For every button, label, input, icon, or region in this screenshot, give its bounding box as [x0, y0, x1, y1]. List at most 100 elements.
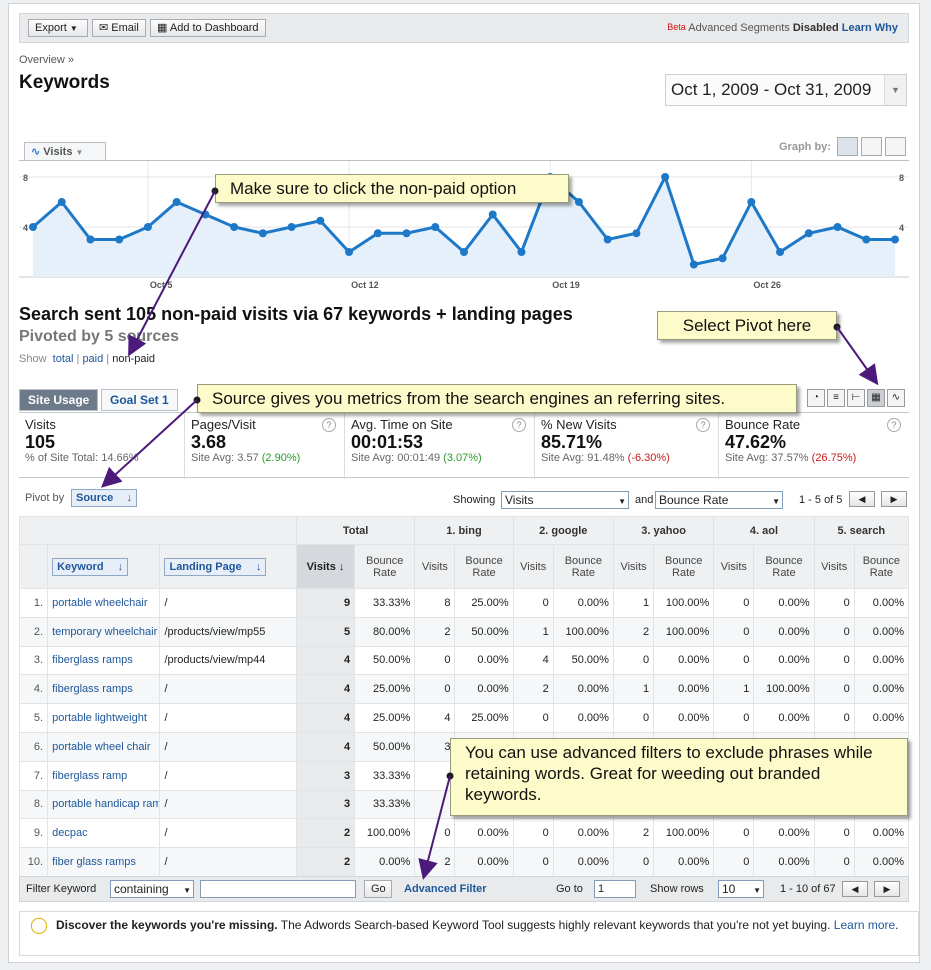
keyword-cell[interactable]: portable handicap ramp	[47, 789, 161, 820]
show-paid-link[interactable]: paid	[82, 353, 103, 365]
visits-cell: 0	[713, 847, 755, 877]
table-row[interactable]: 2. temporary wheelchair/products/view/mp5…	[18, 616, 910, 647]
visits-cell: 2	[414, 616, 456, 647]
visits-cell: 3	[295, 789, 356, 820]
keyword-cell[interactable]: fiberglass ramps	[47, 674, 161, 705]
help-icon[interactable]: ?	[322, 418, 336, 432]
keyword-cell[interactable]: decpac	[47, 818, 161, 849]
next-page-button[interactable]: ▶	[881, 491, 907, 507]
add-to-dashboard-button[interactable]: ▦ Add to Dashboard	[150, 19, 266, 37]
landing-page-cell[interactable]: /	[159, 588, 297, 618]
help-icon[interactable]: ?	[887, 418, 901, 432]
beta-badge: Beta	[667, 22, 686, 32]
total-bounce-header[interactable]: Bounce Rate	[354, 544, 416, 589]
yahoo-bounce-header[interactable]: Bounce Rate	[653, 544, 715, 589]
row-number: 5.	[18, 703, 49, 733]
advanced-segments-label[interactable]: Advanced Segments	[688, 22, 790, 34]
show-rows-select[interactable]: 10 ▼	[718, 880, 764, 898]
pivot-by-selector[interactable]: Source ↓	[71, 489, 137, 507]
showing-metric-select[interactable]: Visits ▼	[501, 491, 629, 509]
graph-by-month-button[interactable]	[885, 137, 906, 156]
email-button[interactable]: ✉ Email	[92, 19, 146, 37]
filter-go-button[interactable]: Go	[364, 880, 392, 898]
help-icon[interactable]: ?	[696, 418, 710, 432]
tab-goal-set[interactable]: Goal Set 1	[101, 389, 178, 411]
table-row[interactable]: 10. fiber glass ramps/2 0.00% 2 0.00% 0 0.00% 0…	[18, 847, 910, 877]
graph-by-day-button[interactable]	[837, 137, 858, 156]
keyword-cell[interactable]: portable lightweight	[47, 703, 161, 733]
x-tick-label: Oct 26	[753, 280, 781, 289]
tip-text: The Adwords Search-based Keyword Tool su…	[280, 918, 831, 932]
landing-page-cell[interactable]: /	[159, 789, 297, 820]
landing-page-cell[interactable]: /	[159, 760, 297, 791]
google-bounce-header[interactable]: Bounce Rate	[552, 544, 614, 589]
table-row[interactable]: 1. portable wheelchair/9 33.33% 8 25.00% 0 0.0…	[18, 588, 910, 618]
breadcrumb[interactable]: Overview »	[19, 54, 74, 66]
table-row[interactable]: 9. decpac/2 100.00% 0 0.00% 0 0.00% 2 100.00% 0 0.…	[18, 818, 910, 849]
bing-bounce-header[interactable]: Bounce Rate	[454, 544, 514, 589]
bounce-rate-cell: 0.00%	[552, 847, 614, 877]
filter-mode-select[interactable]: containing ▼	[110, 880, 194, 898]
pie-view-icon[interactable]: ◔	[807, 389, 825, 407]
yahoo-visits-header[interactable]: Visits	[612, 544, 655, 589]
visits-cell: 0	[414, 674, 456, 705]
show-nonpaid-link[interactable]: non-paid	[112, 353, 155, 365]
table-row[interactable]: 4. fiberglass ramps/4 25.00% 0 0.00% 2 0.00% 1 0…	[18, 674, 910, 705]
chevron-down-icon: ▼	[618, 497, 626, 506]
keyword-cell[interactable]: portable wheelchair	[47, 588, 161, 618]
graph-by-week-button[interactable]	[861, 137, 882, 156]
prev-rows-button[interactable]: ◀	[842, 881, 868, 897]
callout-source: Source gives you metrics from the search…	[197, 384, 797, 413]
keyword-tool-tip: ◯ Discover the keywords you're missing. …	[19, 911, 919, 956]
landing-page-cell[interactable]: /	[159, 818, 297, 849]
date-range-picker[interactable]: Oct 1, 2009 - Oct 31, 2009 ▼	[665, 74, 907, 106]
next-rows-button[interactable]: ▶	[874, 881, 900, 897]
filter-keyword-input[interactable]	[200, 880, 356, 898]
landing-page-cell[interactable]: /	[159, 847, 297, 877]
date-range-text: Oct 1, 2009 - Oct 31, 2009	[671, 80, 872, 99]
second-metric-select[interactable]: Bounce Rate ▼	[655, 491, 783, 509]
keyword-cell[interactable]: fiber glass ramps	[47, 847, 161, 877]
pivot-view-icon[interactable]: ▦	[867, 389, 885, 407]
table-row[interactable]: 5. portable lightweight/4 25.00% 4 25.00% 0 0.…	[18, 703, 910, 733]
landing-page-cell[interactable]: /products/view/mp55	[159, 616, 297, 647]
row-number: 4.	[18, 674, 49, 705]
prev-page-button[interactable]: ◀	[849, 491, 875, 507]
comparison-view-icon[interactable]: ⊢	[847, 389, 865, 407]
graph-metric-label: Visits	[43, 146, 73, 158]
graph-metric-selector[interactable]: ∿ Visits ▼	[24, 142, 106, 161]
landing-page-cell[interactable]: /	[159, 731, 297, 762]
landing-page-cell[interactable]: /products/view/mp44	[159, 645, 297, 676]
landing-page-dimension-selector[interactable]: Landing Page ↓	[164, 557, 267, 576]
landing-page-cell[interactable]: /	[159, 703, 297, 733]
visits-cell: 2	[512, 674, 554, 705]
search-visits-header[interactable]: Visits	[813, 544, 855, 589]
export-button[interactable]: Export ▼	[28, 19, 88, 37]
keyword-cell[interactable]: fiberglass ramp	[47, 760, 161, 791]
table-row[interactable]: 3. fiberglass ramps/products/view/mp44 4 50…	[18, 645, 910, 676]
show-total-link[interactable]: total	[53, 353, 74, 365]
term-cloud-view-icon[interactable]: ∿	[887, 389, 905, 407]
help-icon[interactable]: ?	[512, 418, 526, 432]
aol-visits-header[interactable]: Visits	[713, 544, 755, 589]
total-visits-header[interactable]: Visits ↓	[295, 544, 356, 589]
google-visits-header[interactable]: Visits	[512, 544, 554, 589]
aol-bounce-header[interactable]: Bounce Rate	[753, 544, 815, 589]
tab-site-usage[interactable]: Site Usage	[19, 389, 99, 411]
keyword-cell[interactable]: portable wheel chair	[47, 731, 161, 762]
visits-point	[258, 229, 267, 238]
chevron-down-icon[interactable]: ▼	[884, 75, 906, 105]
visits-cell: 0	[713, 645, 755, 676]
bing-visits-header[interactable]: Visits	[414, 544, 456, 589]
keyword-cell[interactable]: fiberglass ramps	[47, 645, 161, 676]
learn-more-link[interactable]: Learn more	[834, 918, 895, 932]
performance-view-icon[interactable]: ≡	[827, 389, 845, 407]
keyword-cell[interactable]: temporary wheelchair	[47, 616, 161, 647]
keyword-dimension-selector[interactable]: Keyword ↓	[52, 557, 129, 576]
goto-page-input[interactable]: 1	[594, 880, 636, 898]
bounce-rate-cell: 0.00%	[753, 588, 815, 618]
advanced-filter-link[interactable]: Advanced Filter	[404, 883, 487, 895]
search-bounce-header[interactable]: Bounce Rate	[853, 544, 910, 589]
learn-why-link[interactable]: Learn Why	[842, 22, 898, 34]
landing-page-cell[interactable]: /	[159, 674, 297, 705]
